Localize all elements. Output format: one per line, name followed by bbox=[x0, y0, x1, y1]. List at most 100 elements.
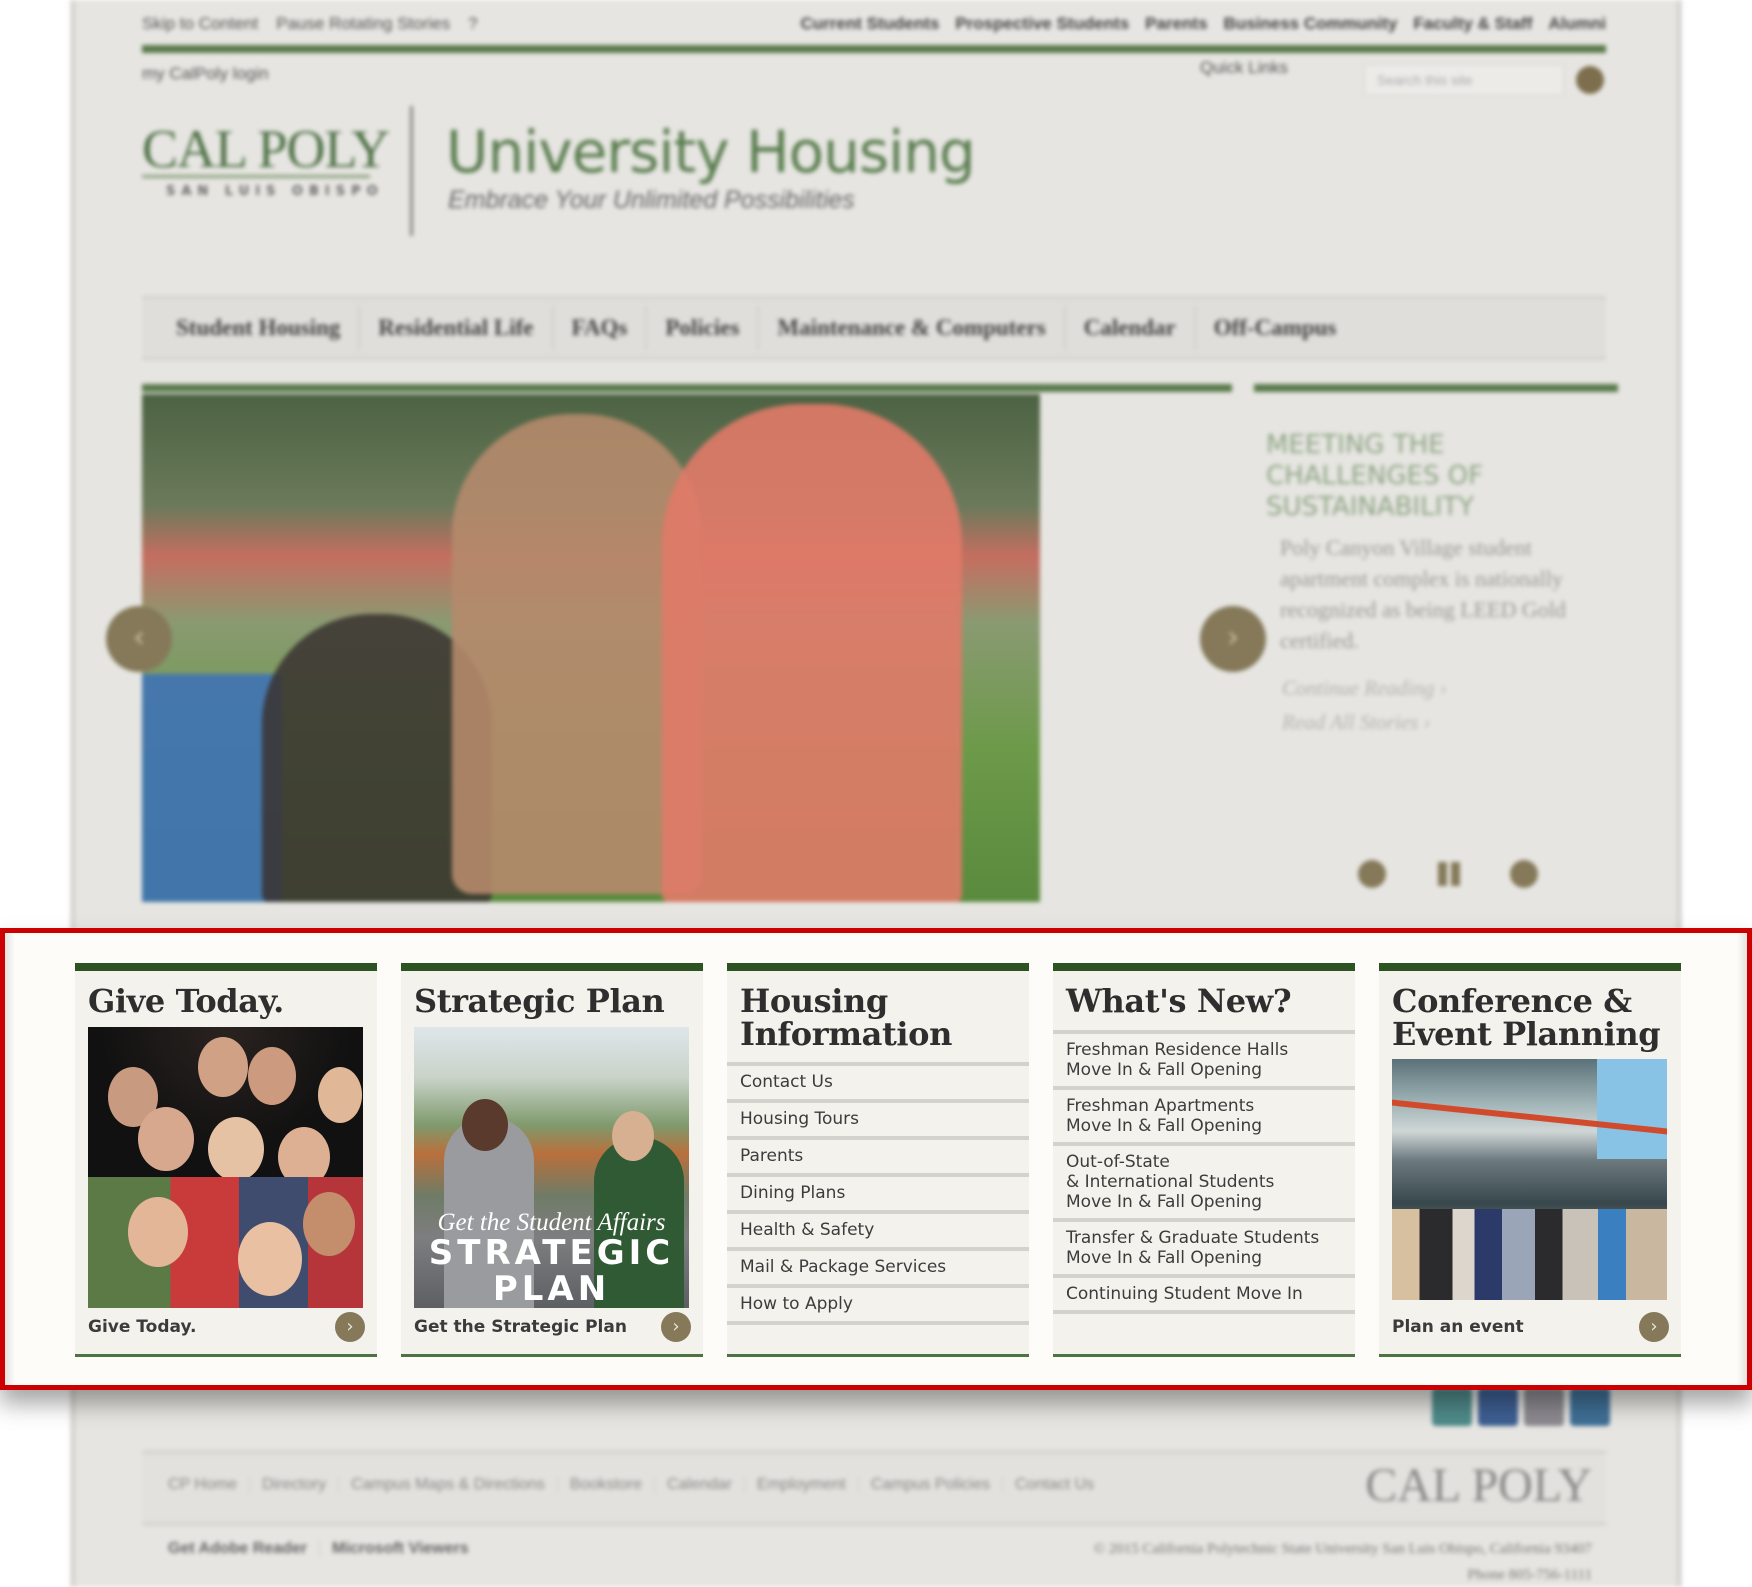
read-all-stories-link[interactable]: Read All Stories › bbox=[1282, 710, 1430, 735]
audience-link-current-students[interactable]: Current Students bbox=[801, 14, 940, 34]
give-today-photo[interactable] bbox=[88, 1027, 363, 1308]
link-line: Move In & Fall Opening bbox=[1066, 1248, 1263, 1268]
housing-link-dining-plans[interactable]: Dining Plans bbox=[727, 1173, 1029, 1210]
nav-calendar[interactable]: Calendar bbox=[1066, 306, 1196, 350]
card-title-line2: Event Planning bbox=[1392, 1015, 1661, 1053]
footer-link-cp-home[interactable]: CP Home bbox=[156, 1476, 251, 1494]
quick-links-dropdown[interactable]: Quick Links bbox=[1200, 58, 1288, 78]
slider-control-next-icon[interactable] bbox=[1510, 860, 1538, 888]
housing-link-mail-package[interactable]: Mail & Package Services bbox=[727, 1247, 1029, 1284]
housing-links-list: Contact Us Housing Tours Parents Dining … bbox=[727, 1062, 1029, 1325]
adobe-reader-link[interactable]: Get Adobe Reader bbox=[156, 1540, 320, 1558]
link-line: Out-of-State bbox=[1066, 1152, 1170, 1172]
nav-student-housing[interactable]: Student Housing bbox=[158, 306, 361, 350]
chevron-right-icon[interactable]: › bbox=[661, 1312, 691, 1342]
main-nav: Student Housing Residential Life FAQs Po… bbox=[142, 296, 1606, 360]
link-line: Transfer & Graduate Students bbox=[1066, 1228, 1320, 1248]
whats-new-link-continuing-student[interactable]: Continuing Student Move In bbox=[1053, 1274, 1355, 1310]
feature-cards-panel: Give Today. Give Today. › Strategic Plan bbox=[0, 928, 1752, 1390]
chevron-right-icon: › bbox=[1227, 620, 1239, 655]
card-title: Housing Information bbox=[727, 971, 1029, 1051]
strategic-plan-photo[interactable]: Get the Student Affairs STRATEGIC PLAN bbox=[414, 1027, 689, 1308]
whats-new-link-freshman-halls[interactable]: Freshman Residence Halls Move In & Fall … bbox=[1053, 1030, 1355, 1086]
calpoly-logo[interactable]: CAL POLY bbox=[142, 118, 390, 180]
search-input[interactable]: Search this site bbox=[1364, 64, 1564, 96]
search-button[interactable] bbox=[1576, 66, 1604, 94]
phone-text: Phone 805-756-1111 bbox=[1467, 1567, 1592, 1583]
nav-maintenance-computers[interactable]: Maintenance & Computers bbox=[759, 306, 1066, 350]
utility-nav-left: Skip to Content Pause Rotating Stories ? bbox=[142, 14, 478, 34]
slider-control-prev-icon[interactable] bbox=[1358, 860, 1386, 888]
site-tagline: Embrace Your Unlimited Possibilities bbox=[448, 186, 855, 214]
logo-subtitle: SAN LUIS OBISPO bbox=[166, 184, 384, 199]
nav-policies[interactable]: Policies bbox=[647, 306, 760, 350]
flickr-icon[interactable] bbox=[1524, 1388, 1564, 1426]
whats-new-link-transfer-graduate[interactable]: Transfer & Graduate Students Move In & F… bbox=[1053, 1218, 1355, 1274]
skip-to-content-link[interactable]: Skip to Content bbox=[142, 14, 258, 34]
footer-link-campus-policies[interactable]: Campus Policies bbox=[859, 1476, 1003, 1494]
card-give-today: Give Today. Give Today. › bbox=[75, 963, 377, 1357]
nav-residential-life[interactable]: Residential Life bbox=[360, 306, 554, 350]
slider-prev-button[interactable]: ‹ bbox=[106, 606, 172, 672]
nav-off-campus[interactable]: Off-Campus bbox=[1196, 306, 1355, 350]
footer-calpoly-logo[interactable]: CAL POLY bbox=[1365, 1458, 1592, 1513]
card-title-line2: Information bbox=[740, 1015, 952, 1053]
nav-faqs[interactable]: FAQs bbox=[554, 306, 648, 350]
card-title: Conference & Event Planning bbox=[1379, 971, 1681, 1051]
copyright-text: © 2015 California Polytechnic State Univ… bbox=[1093, 1541, 1592, 1557]
whats-new-link-out-of-state[interactable]: Out-of-State & International Students Mo… bbox=[1053, 1142, 1355, 1218]
whats-new-link-freshman-apartments[interactable]: Freshman Apartments Move In & Fall Openi… bbox=[1053, 1086, 1355, 1142]
link-line: & International Students bbox=[1066, 1172, 1275, 1192]
footer-link-bookstore[interactable]: Bookstore bbox=[558, 1476, 655, 1494]
housing-link-contact-us[interactable]: Contact Us bbox=[727, 1062, 1029, 1099]
story-title: MEETING THE CHALLENGES OF SUSTAINABILITY bbox=[1266, 430, 1484, 522]
header-rule bbox=[142, 45, 1606, 53]
slider-control-pause-icon[interactable] bbox=[1438, 862, 1460, 886]
strategic-image-title-line2: PLAN bbox=[492, 1269, 611, 1308]
story-body: Poly Canyon Village student apartment co… bbox=[1280, 535, 1566, 653]
logo-rule bbox=[142, 175, 370, 178]
give-today-link[interactable]: Give Today. › bbox=[88, 1312, 365, 1342]
card-title: Strategic Plan bbox=[414, 982, 665, 1020]
footer-link-directory[interactable]: Directory bbox=[250, 1476, 340, 1494]
audience-nav: Current Students Prospective Students Pa… bbox=[801, 14, 1607, 34]
whats-new-links-list: Freshman Residence Halls Move In & Fall … bbox=[1053, 1030, 1355, 1314]
housing-link-how-to-apply[interactable]: How to Apply bbox=[727, 1284, 1029, 1321]
audience-link-faculty-staff[interactable]: Faculty & Staff bbox=[1413, 14, 1532, 34]
chevron-right-icon[interactable]: › bbox=[335, 1312, 365, 1342]
card-title-line1: Housing bbox=[740, 982, 888, 1020]
link-line: Move In & Fall Opening bbox=[1066, 1192, 1263, 1212]
card-footer-label: Give Today. bbox=[88, 1317, 197, 1337]
footer-link-calendar[interactable]: Calendar bbox=[655, 1476, 745, 1494]
my-calpoly-login-link[interactable]: my CalPoly login bbox=[142, 64, 269, 84]
audience-link-business-community[interactable]: Business Community bbox=[1224, 14, 1398, 34]
pause-stories-link[interactable]: Pause Rotating Stories bbox=[276, 14, 450, 34]
card-title: What's New? bbox=[1066, 982, 1292, 1020]
housing-link-parents[interactable]: Parents bbox=[727, 1136, 1029, 1173]
link-line: Continuing Student Move In bbox=[1066, 1284, 1303, 1304]
plan-an-event-link[interactable]: Plan an event › bbox=[1392, 1312, 1669, 1342]
facebook-icon[interactable] bbox=[1478, 1388, 1518, 1426]
help-link[interactable]: ? bbox=[468, 14, 477, 34]
chevron-left-icon: ‹ bbox=[133, 620, 145, 655]
footer-link-employment[interactable]: Employment bbox=[745, 1476, 859, 1494]
housing-link-housing-tours[interactable]: Housing Tours bbox=[727, 1099, 1029, 1136]
microsoft-viewers-link[interactable]: Microsoft Viewers bbox=[320, 1540, 481, 1558]
list-divider bbox=[1053, 1310, 1355, 1314]
audience-link-parents[interactable]: Parents bbox=[1145, 14, 1207, 34]
site-title[interactable]: University Housing bbox=[446, 118, 976, 186]
linkedin-icon[interactable] bbox=[1570, 1388, 1610, 1426]
audience-link-prospective-students[interactable]: Prospective Students bbox=[955, 14, 1129, 34]
chevron-right-icon[interactable]: › bbox=[1639, 1312, 1669, 1342]
continue-reading-link[interactable]: Continue Reading › bbox=[1282, 676, 1446, 701]
card-strategic-plan: Strategic Plan Get the Student Affairs S… bbox=[401, 963, 703, 1357]
twitter-icon[interactable] bbox=[1432, 1388, 1472, 1426]
header-divider bbox=[410, 106, 413, 236]
housing-link-health-safety[interactable]: Health & Safety bbox=[727, 1210, 1029, 1247]
footer-link-contact-us[interactable]: Contact Us bbox=[1003, 1476, 1106, 1494]
audience-link-alumni[interactable]: Alumni bbox=[1548, 14, 1606, 34]
footer-link-campus-maps[interactable]: Campus Maps & Directions bbox=[339, 1476, 558, 1494]
conference-center-photo[interactable] bbox=[1392, 1059, 1667, 1300]
strategic-plan-link[interactable]: Get the Strategic Plan › bbox=[414, 1312, 691, 1342]
slider-next-button[interactable]: › bbox=[1200, 606, 1266, 672]
